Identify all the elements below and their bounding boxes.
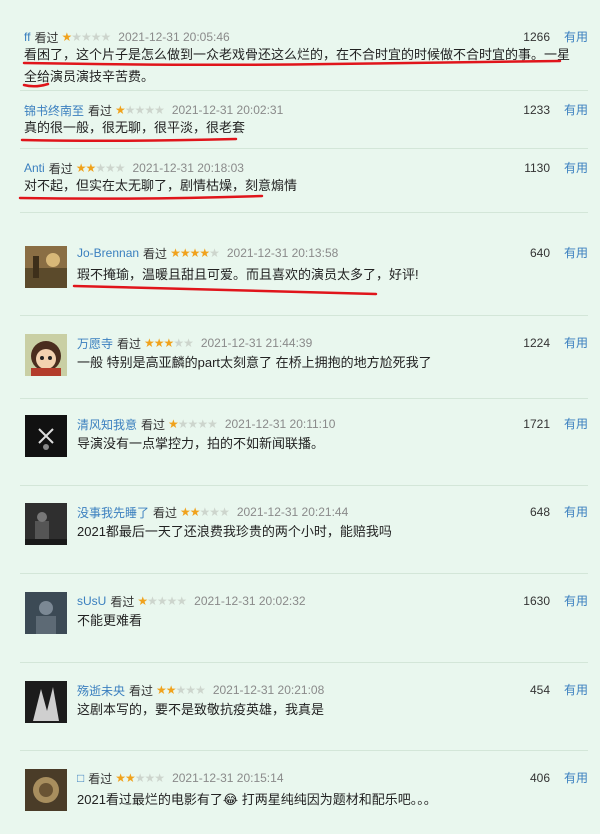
rating-stars: ★★★★★ xyxy=(168,417,218,431)
username-link[interactable]: 没事我先睡了 xyxy=(77,504,149,521)
divider xyxy=(20,573,588,574)
watch-status: 看过 xyxy=(141,417,166,432)
underline-mark xyxy=(72,284,378,296)
comment-text: 2021看过最烂的电影有了😂 打两星纯纯因为题材和配乐吧。。。 xyxy=(77,792,437,807)
comment-meta: 万愿寺 看过 ★★★★★ 2021-12-31 21:44:39 xyxy=(77,334,312,352)
username-link[interactable]: 清风知我意 xyxy=(77,416,137,433)
comment-meta: sUsU 看过 ★★★★★ 2021-12-31 20:02:32 xyxy=(77,592,306,610)
watch-status: 看过 xyxy=(110,594,135,609)
rating-stars: ★★★★★ xyxy=(144,336,194,350)
comment-text: 这剧本写的，要不是致敬抗疫英雄，我真是 xyxy=(77,702,325,717)
vote-count: 1224 xyxy=(523,336,550,350)
divider xyxy=(20,750,588,751)
comment-time: 2021-12-31 20:11:10 xyxy=(224,417,336,431)
vote-count: 406 xyxy=(529,771,550,785)
comment-time: 2021-12-31 20:21:08 xyxy=(212,683,325,697)
divider xyxy=(20,90,588,91)
divider xyxy=(20,398,588,399)
username-link[interactable]: 万愿寺 xyxy=(77,335,113,352)
comment-meta: 清风知我意 看过 ★★★★★ 2021-12-31 20:11:10 xyxy=(77,415,335,433)
divider xyxy=(20,315,588,316)
useful-button[interactable]: 有用 xyxy=(564,592,588,610)
rating-stars: ★★★★★ xyxy=(180,505,230,519)
comment-time: 2021-12-31 20:21:44 xyxy=(236,505,349,519)
vote-count: 1721 xyxy=(523,417,550,431)
divider xyxy=(20,148,588,149)
comment-time: 2021-12-31 20:02:32 xyxy=(194,594,306,608)
comment-text: 不能更难看 xyxy=(77,613,143,628)
comment-text: 导演没有一点掌控力，拍的不如新闻联播。 xyxy=(77,436,325,451)
underline-mark xyxy=(22,59,562,88)
comment-list: ff 看过 ★★★★★ 2021-12-31 20:05:46 1266 有用 … xyxy=(0,0,600,834)
comment-text: 一般 特别是高亚麟的part太刻意了 在桥上拥抱的地方尬死我了 xyxy=(77,355,432,370)
username-link[interactable]: □ xyxy=(77,771,84,785)
watch-status: 看过 xyxy=(117,336,142,351)
vote-count: 1630 xyxy=(523,594,550,608)
useful-button[interactable]: 有用 xyxy=(564,681,588,699)
watch-status: 看过 xyxy=(88,771,113,786)
watch-status: 看过 xyxy=(153,505,178,520)
rating-stars: ★★★★★ xyxy=(115,771,165,785)
divider xyxy=(20,212,588,213)
comment-meta: □ 看过 ★★★★★ 2021-12-31 20:15:14 xyxy=(77,769,284,787)
avatar[interactable] xyxy=(25,503,67,545)
comment-meta: 殇逝未央 看过 ★★★★★ 2021-12-31 20:21:08 xyxy=(77,681,324,699)
comment-meta: 没事我先睡了 看过 ★★★★★ 2021-12-31 20:21:44 xyxy=(77,503,348,521)
rating-stars: ★★★★★ xyxy=(156,683,206,697)
vote-count: 454 xyxy=(529,683,550,697)
username-link[interactable]: 殇逝未央 xyxy=(77,682,125,699)
comment-text: 2021都最后一天了还浪费我珍贵的两个小时，能赔我吗 xyxy=(77,524,392,539)
useful-button[interactable]: 有用 xyxy=(564,503,588,521)
avatar[interactable] xyxy=(25,769,67,811)
comment-time: 2021-12-31 21:44:39 xyxy=(200,336,313,350)
divider xyxy=(20,662,588,663)
divider xyxy=(20,485,588,486)
vote-count: 648 xyxy=(529,505,550,519)
avatar[interactable] xyxy=(25,334,67,376)
avatar[interactable] xyxy=(25,592,67,634)
underline-mark xyxy=(20,137,238,143)
useful-button[interactable]: 有用 xyxy=(564,415,588,433)
avatar[interactable] xyxy=(25,681,67,723)
watch-status: 看过 xyxy=(129,683,154,698)
comment-time: 2021-12-31 20:15:14 xyxy=(172,771,284,785)
useful-button[interactable]: 有用 xyxy=(564,769,588,787)
username-link[interactable]: sUsU xyxy=(77,594,106,608)
useful-button[interactable]: 有用 xyxy=(564,334,588,352)
underline-mark xyxy=(18,194,264,200)
rating-stars: ★★★★★ xyxy=(137,594,187,608)
avatar[interactable] xyxy=(25,415,67,457)
